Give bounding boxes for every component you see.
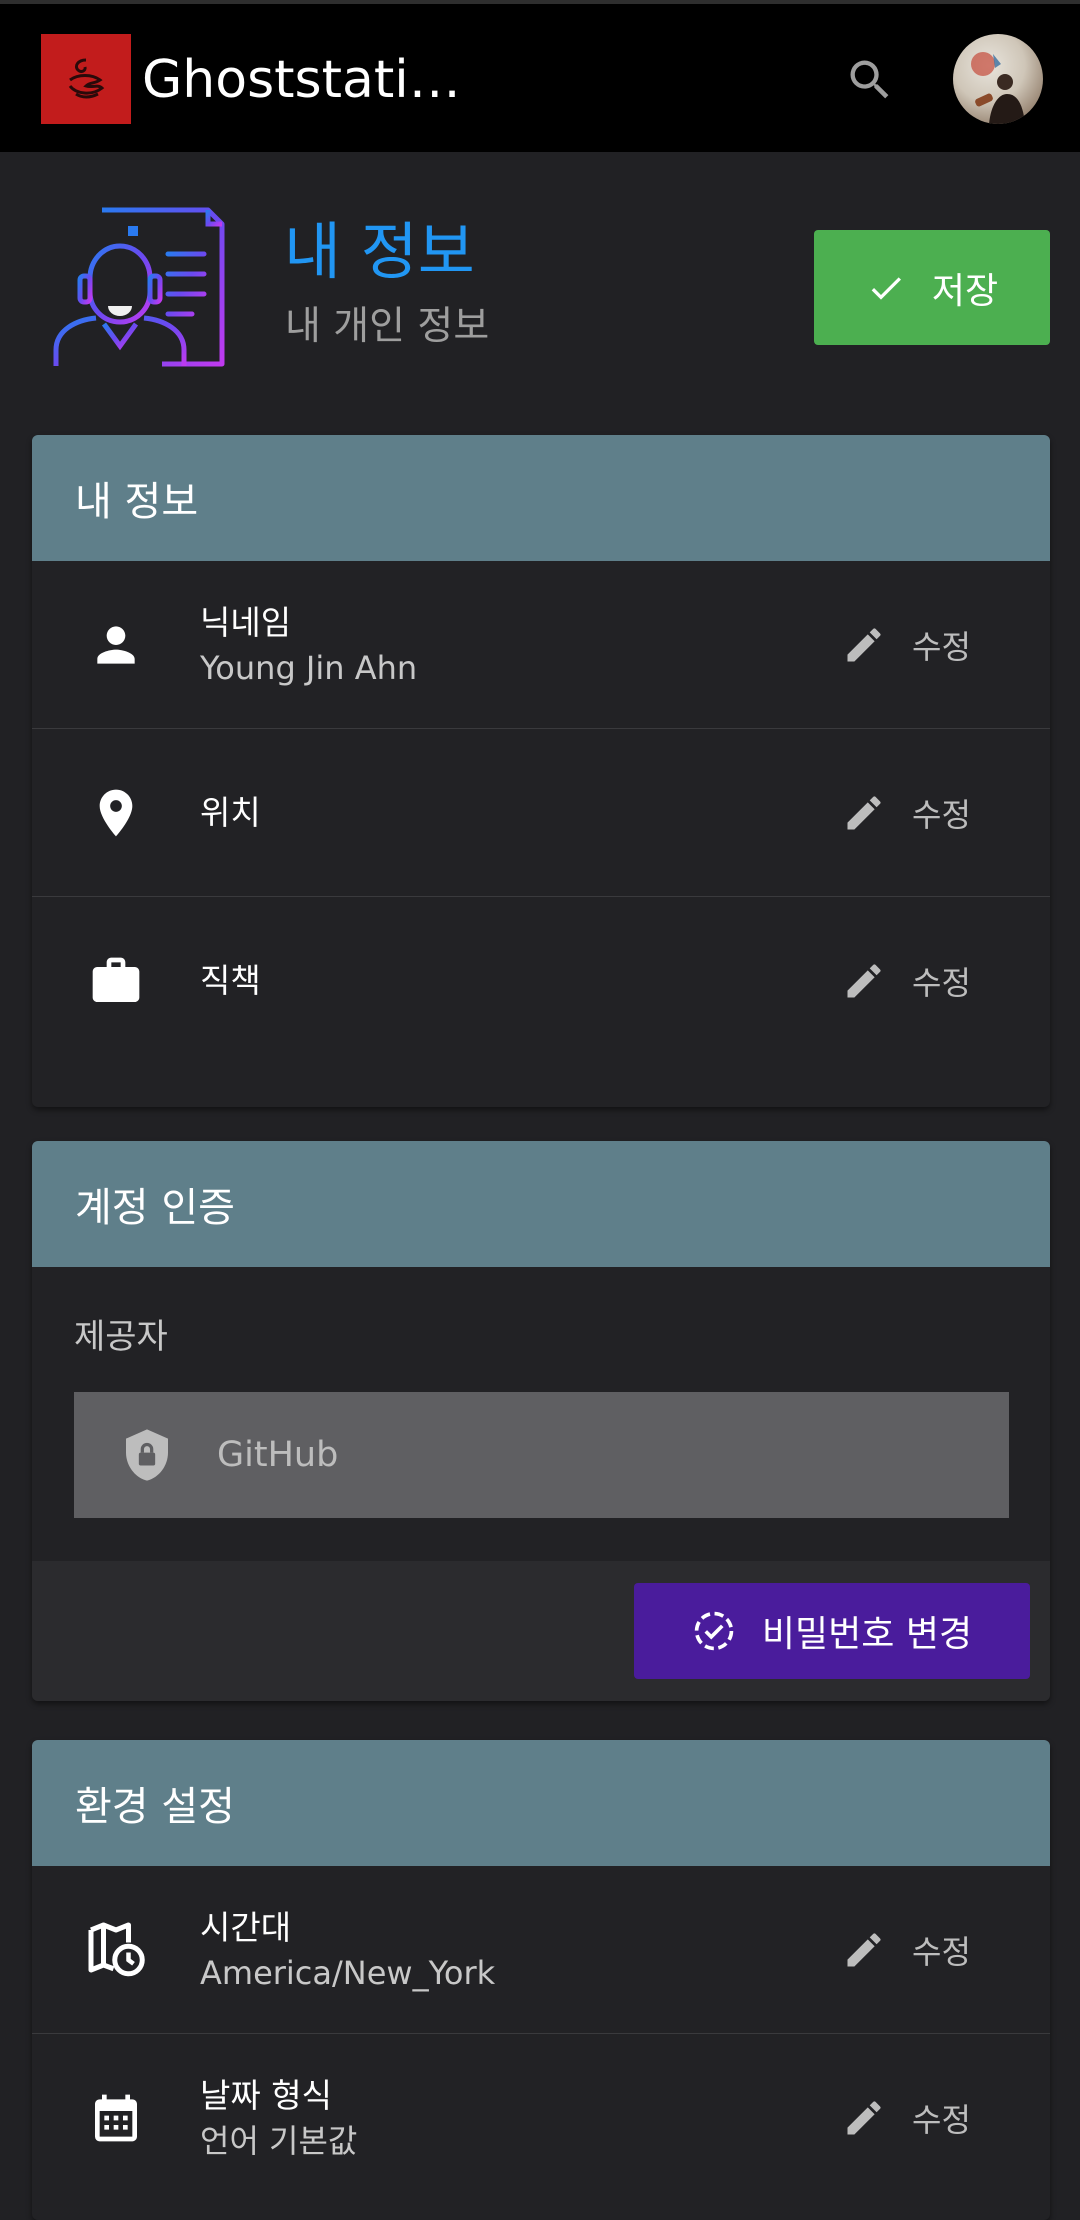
auth-card-actions: 비밀번호 변경 bbox=[32, 1561, 1050, 1701]
settings-row-date-format: 날짜 형식 언어 기본값 수정 bbox=[32, 2034, 1050, 2202]
row-value: America/New_York bbox=[200, 1953, 496, 1992]
check-icon bbox=[871, 276, 901, 300]
app-title[interactable]: Ghoststati… bbox=[142, 48, 461, 112]
dashed-check-circle-icon bbox=[694, 1611, 734, 1651]
row-value: 언어 기본값 bbox=[200, 2122, 358, 2160]
row-label: 위치 bbox=[200, 792, 261, 832]
page-subtitle: 내 개인 정보 bbox=[285, 304, 490, 349]
briefcase-icon bbox=[84, 949, 148, 1013]
provider-value: GitHub bbox=[217, 1435, 339, 1475]
top-app-bar: Ghoststati… bbox=[0, 0, 1080, 152]
page-title: 내 정보 bbox=[284, 215, 475, 288]
edit-label: 수정 bbox=[912, 964, 971, 1002]
pencil-icon bbox=[847, 795, 881, 829]
edit-label: 수정 bbox=[912, 2101, 971, 2139]
change-password-label: 비밀번호 변경 bbox=[761, 1614, 973, 1655]
edit-date-format-button[interactable]: 수정 bbox=[842, 2095, 971, 2141]
row-value: Young Jin Ahn bbox=[200, 648, 418, 687]
pencil-icon bbox=[847, 1932, 881, 1966]
edit-label: 수정 bbox=[912, 795, 971, 834]
save-button-label: 저장 bbox=[931, 270, 999, 312]
pencil-icon bbox=[847, 964, 881, 998]
shield-lock-icon bbox=[119, 1424, 175, 1486]
person-icon bbox=[84, 613, 148, 677]
card-title: 계정 인증 bbox=[32, 1141, 1050, 1267]
preferences-card: 환경 설정 시간대 America/New_York 수정 날짜 형식 언어 기… bbox=[32, 1740, 1050, 2220]
row-label: 닉네임 bbox=[200, 602, 292, 642]
profile-card: 내 정보 닉네임 Young Jin Ahn 수정 위치 수정 직책 수정 bbox=[32, 435, 1050, 1107]
app-logo[interactable] bbox=[41, 34, 131, 124]
edit-label: 수정 bbox=[912, 1932, 971, 1971]
ghost-logo-icon bbox=[68, 58, 105, 99]
user-avatar[interactable] bbox=[953, 34, 1043, 124]
pencil-icon bbox=[847, 627, 881, 661]
pencil-icon bbox=[847, 2101, 881, 2135]
search-icon bbox=[850, 60, 889, 99]
calendar-icon bbox=[84, 2086, 148, 2150]
provider-field: GitHub bbox=[74, 1392, 1009, 1518]
profile-row-nickname: 닉네임 Young Jin Ahn 수정 bbox=[32, 561, 1050, 729]
change-password-button[interactable]: 비밀번호 변경 bbox=[634, 1583, 1030, 1679]
edit-nickname-button[interactable]: 수정 bbox=[842, 622, 971, 668]
card-title: 환경 설정 bbox=[32, 1740, 1050, 1866]
account-auth-card: 계정 인증 제공자 GitHub 비밀번호 변경 bbox=[32, 1141, 1050, 1701]
map-clock-icon bbox=[84, 1918, 148, 1982]
row-label: 날짜 형식 bbox=[200, 2076, 332, 2115]
edit-timezone-button[interactable]: 수정 bbox=[842, 1927, 971, 1973]
settings-row-timezone: 시간대 America/New_York 수정 bbox=[32, 1866, 1050, 2034]
card-title: 내 정보 bbox=[32, 435, 1050, 561]
profile-row-job-title: 직책 수정 bbox=[32, 897, 1050, 1065]
profile-row-location: 위치 수정 bbox=[32, 729, 1050, 897]
row-label: 직책 bbox=[200, 961, 261, 1000]
edit-location-button[interactable]: 수정 bbox=[842, 790, 971, 836]
profile-document-icon bbox=[50, 206, 226, 370]
edit-job-title-button[interactable]: 수정 bbox=[842, 958, 971, 1004]
save-button[interactable]: 저장 bbox=[814, 230, 1050, 345]
row-label: 시간대 bbox=[200, 1907, 292, 1947]
edit-label: 수정 bbox=[912, 627, 971, 666]
search-button[interactable] bbox=[842, 50, 898, 110]
location-pin-icon bbox=[84, 781, 148, 845]
provider-label: 제공자 bbox=[74, 1317, 168, 1357]
